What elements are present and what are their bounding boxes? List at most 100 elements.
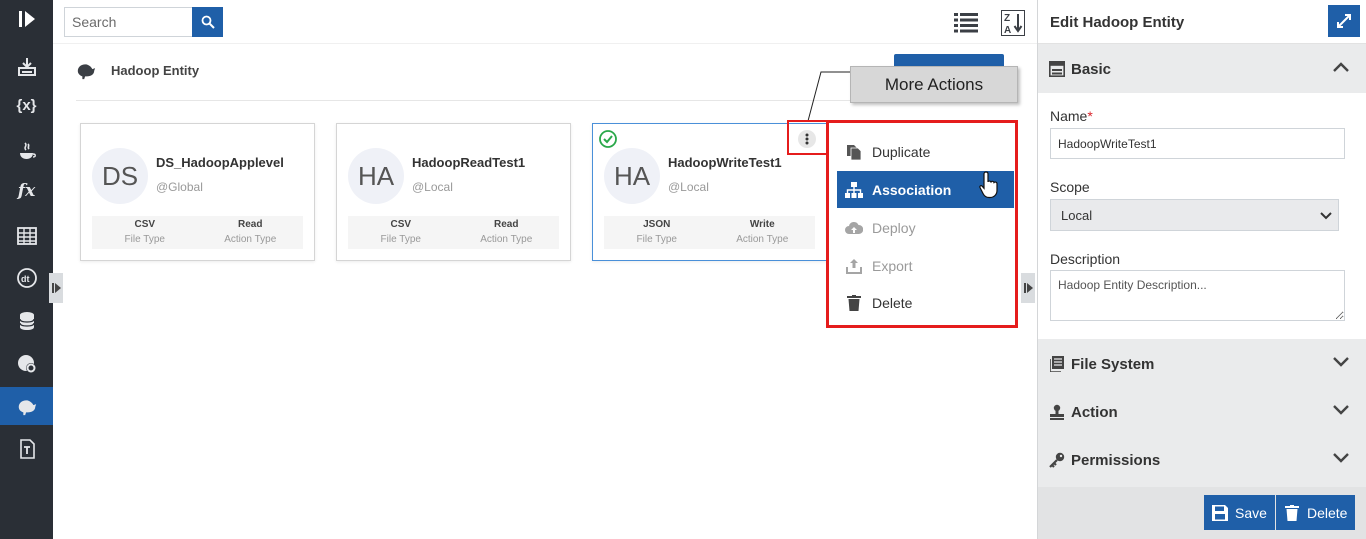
section-file-system-label: File System <box>1071 355 1155 373</box>
sort-button[interactable]: Z A <box>1001 10 1025 36</box>
card-meta: CSV File Type Read Action Type <box>92 216 303 249</box>
card-meta: CSV File Type Read Action Type <box>348 216 559 249</box>
file-type-label: File Type <box>636 234 677 245</box>
chevron-down-icon <box>1320 212 1332 220</box>
file-system-icon <box>1048 356 1065 373</box>
search-icon <box>201 15 215 29</box>
file-type-value: JSON <box>643 219 671 230</box>
edit-panel: Edit Hadoop Entity Basic Name* Scope Loc… <box>1037 0 1366 539</box>
more-actions-menu: Duplicate Association Deploy Export Dele… <box>826 120 1018 328</box>
save-button[interactable]: Save <box>1204 495 1275 530</box>
svg-text:dt: dt <box>21 274 30 284</box>
save-button-label: Save <box>1235 504 1267 521</box>
kebab-menu-icon <box>805 133 809 145</box>
card-title: DS_HadoopApplevel <box>156 155 284 170</box>
database-icon[interactable] <box>0 302 53 340</box>
association-icon <box>845 181 863 199</box>
menu-item-association[interactable]: Association <box>837 171 1014 208</box>
floppy-disk-icon <box>1212 504 1228 521</box>
expand-arrows-icon <box>1337 14 1351 28</box>
search-input[interactable] <box>64 7 192 37</box>
card-scope: @Local <box>412 180 453 194</box>
file-type-label: File Type <box>380 234 421 245</box>
scope-select[interactable]: Local <box>1050 199 1339 231</box>
text-template-icon[interactable] <box>0 430 53 468</box>
function-icon[interactable]: fx <box>0 172 53 210</box>
variables-icon[interactable]: {x} <box>0 86 53 124</box>
form-icon <box>1048 61 1065 78</box>
toolbar: Z A <box>53 0 1037 44</box>
collapse-left-nav-button[interactable] <box>49 273 63 303</box>
menu-item-duplicate[interactable]: Duplicate <box>837 133 1014 170</box>
menu-item-delete[interactable]: Delete <box>837 284 1014 321</box>
hadoop-icon <box>77 64 96 80</box>
chevron-down-icon <box>1333 405 1349 415</box>
file-type-value: CSV <box>134 219 156 230</box>
section-action-label: Action <box>1071 403 1118 421</box>
edit-panel-header: Edit Hadoop Entity <box>1038 0 1366 44</box>
section-permissions-header[interactable]: Permissions <box>1038 436 1366 484</box>
card-meta: JSON File Type Write Action Type <box>604 216 815 249</box>
list-view-icon <box>954 13 978 33</box>
app-logo-icon[interactable] <box>0 0 53 38</box>
hadoop-icon[interactable] <box>0 387 53 425</box>
table-icon[interactable] <box>0 217 53 255</box>
more-actions-button[interactable] <box>798 130 816 148</box>
menu-item-label: Duplicate <box>872 143 931 160</box>
edit-panel-title: Edit Hadoop Entity <box>1050 14 1185 31</box>
duplicate-icon <box>845 143 863 161</box>
action-type-value: Read <box>494 219 519 230</box>
delete-button[interactable]: Delete <box>1276 495 1356 530</box>
page-heading: Hadoop Entity <box>74 60 199 80</box>
scope-field-label: Scope <box>1050 179 1090 195</box>
menu-item-export[interactable]: Export <box>837 247 1014 284</box>
chevron-down-icon <box>1333 453 1349 463</box>
trash-icon <box>845 294 863 312</box>
more-actions-callout: More Actions <box>850 66 1018 103</box>
search-button[interactable] <box>192 7 223 37</box>
chevron-down-icon <box>1333 357 1349 367</box>
entity-card[interactable]: DS DS_HadoopApplevel @Global CSV File Typ… <box>80 123 315 261</box>
key-icon <box>1048 452 1065 469</box>
action-type-value: Write <box>749 219 775 230</box>
import-icon[interactable] <box>0 48 53 86</box>
scope-selected-value: Local <box>1061 207 1093 223</box>
menu-item-deploy[interactable]: Deploy <box>837 209 1014 246</box>
section-permissions-label: Permissions <box>1071 451 1161 469</box>
datatype-icon[interactable]: dt <box>0 259 53 297</box>
card-scope: @Local <box>668 180 709 194</box>
card-title: HadoopWriteTest1 <box>668 155 782 170</box>
trash-icon <box>1284 504 1300 521</box>
menu-item-label: Delete <box>872 294 913 311</box>
sort-za-icon: Z A <box>1001 10 1025 36</box>
expand-panel-button[interactable] <box>1328 5 1360 37</box>
left-nav-rail: {x} fx dt <box>0 0 53 539</box>
section-basic-label: Basic <box>1071 60 1112 78</box>
app-window: {x} fx dt Search Z A Hadoop Entity DS DS… <box>0 0 1366 539</box>
avatar: HA <box>348 148 404 204</box>
java-icon[interactable] <box>0 132 53 170</box>
stamp-icon <box>1048 404 1065 421</box>
action-type-label: Action Type <box>736 234 789 245</box>
settings-globe-icon[interactable] <box>0 345 53 383</box>
file-type-value: CSV <box>390 219 412 230</box>
delete-button-label: Delete <box>1307 504 1348 521</box>
description-field[interactable] <box>1050 270 1345 321</box>
svg-text:A: A <box>1004 25 1011 36</box>
export-icon <box>845 257 863 275</box>
main-panel: Z A Hadoop Entity DS DS_HadoopApplevel @… <box>49 0 1037 539</box>
name-field[interactable] <box>1050 128 1345 159</box>
required-marker: * <box>1087 108 1093 124</box>
description-field-label: Description <box>1050 251 1121 267</box>
section-basic-header[interactable]: Basic <box>1038 45 1366 93</box>
section-action-header[interactable]: Action <box>1038 388 1366 436</box>
list-view-button[interactable] <box>953 11 979 33</box>
action-type-label: Action Type <box>224 234 277 245</box>
file-type-label: File Type <box>124 234 165 245</box>
menu-item-label: Deploy <box>872 219 916 236</box>
section-file-system-header[interactable]: File System <box>1038 340 1366 388</box>
collapse-edit-panel-button[interactable] <box>1021 273 1035 303</box>
card-title: HadoopReadTest1 <box>412 155 526 170</box>
entity-card[interactable]: HA HadoopReadTest1 @Local CSV File Type R… <box>336 123 571 261</box>
avatar: DS <box>92 148 148 204</box>
